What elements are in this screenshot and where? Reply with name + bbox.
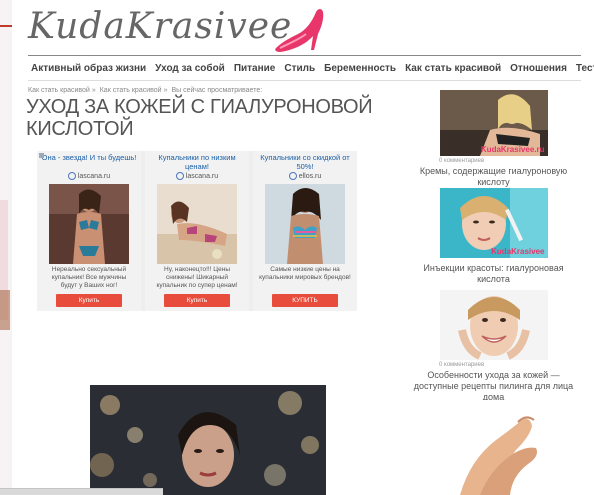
main-nav: Активный образ жизни Уход за собой Питан… bbox=[28, 60, 594, 80]
logo-text: KudaKrasivee bbox=[28, 6, 293, 47]
sidebar-article-title[interactable]: Инъекции красоты: гиалуроновая кислота bbox=[406, 263, 581, 285]
nav-item-tests[interactable]: Тесты bbox=[573, 60, 594, 80]
sidebar-article[interactable]: KudaKrasivee.ru 0 комментариев Кремы, со… bbox=[406, 90, 581, 188]
nav-divider bbox=[28, 80, 581, 81]
ad-description: Нереально сексуальный купальник! Все муж… bbox=[51, 266, 127, 289]
comment-count[interactable]: 0 комментариев bbox=[439, 362, 581, 368]
sidebar-article-image[interactable]: KudaKrasivee.ru bbox=[439, 90, 548, 156]
ad-buy-button[interactable]: КУПИТЬ bbox=[272, 294, 338, 307]
sidebar-article[interactable]: KudaKrasivee Инъекции красоты: гиалуроно… bbox=[406, 188, 581, 285]
ad-title[interactable]: Купальники по низким ценам! bbox=[145, 151, 249, 171]
left-edge-dash bbox=[0, 25, 12, 27]
ad-image-swimsuit[interactable] bbox=[49, 184, 129, 264]
sidebar-article-title[interactable]: Кремы, содержащие гиалуроновую кислоту bbox=[406, 166, 581, 188]
ad-description: Ну, наконецто!!! Цены снижены! Шикарный … bbox=[156, 266, 238, 289]
ad-domain-text: ellos.ru bbox=[298, 172, 322, 180]
ad-close-icon[interactable] bbox=[39, 153, 44, 158]
sidebar-article[interactable]: 0 комментариев Особенности ухода за коже… bbox=[406, 290, 581, 403]
globe-icon bbox=[175, 172, 184, 180]
site-logo[interactable]: KudaKrasivee bbox=[28, 2, 328, 56]
ad-title[interactable]: Она - звезда! И ты будешь! bbox=[37, 151, 141, 171]
breadcrumb: Как стать красивой» Как стать красивой» … bbox=[28, 87, 264, 94]
breadcrumb-separator: » bbox=[91, 87, 96, 94]
ad-title[interactable]: Купальники со скидкой от 50%! bbox=[253, 151, 357, 171]
ad-domain-text: lascana.ru bbox=[185, 172, 219, 180]
left-edge-blob bbox=[0, 290, 10, 330]
nav-item-style[interactable]: Стиль bbox=[281, 60, 321, 80]
sidebar-article-image[interactable] bbox=[439, 290, 548, 360]
breadcrumb-current: Вы сейчас просматриваете: bbox=[171, 87, 263, 94]
comment-count[interactable]: 0 комментариев bbox=[439, 158, 581, 164]
ad-domain: ellos.ru bbox=[253, 172, 357, 182]
sidebar-article[interactable] bbox=[406, 400, 581, 495]
nav-item-self-care[interactable]: Уход за собой bbox=[152, 60, 231, 80]
ad-description: Самые низкие цены на купальники мировых … bbox=[259, 266, 351, 281]
ad-image-swimsuit[interactable] bbox=[265, 184, 345, 264]
article-main-image bbox=[90, 385, 326, 495]
sidebar-article-image[interactable]: KudaKrasivee bbox=[439, 188, 548, 258]
high-heel-shoe-icon bbox=[275, 9, 324, 52]
ad-card[interactable]: Купальники со скидкой от 50%! ellos.ru С… bbox=[253, 151, 357, 311]
left-edge-decoration bbox=[0, 0, 12, 495]
nav-item-relationships[interactable]: Отношения bbox=[507, 60, 573, 80]
header-divider bbox=[28, 55, 581, 56]
ad-domain-text: lascana.ru bbox=[77, 172, 111, 180]
ad-card[interactable]: Купальники по низким ценам! lascana.ru Н… bbox=[145, 151, 249, 311]
ad-domain: lascana.ru bbox=[145, 172, 249, 182]
sidebar-article-title[interactable]: Особенности ухода за кожей — доступные р… bbox=[406, 370, 581, 403]
globe-icon bbox=[288, 172, 297, 180]
globe-icon bbox=[67, 172, 76, 180]
image-watermark: KudaKrasivee bbox=[491, 247, 545, 256]
nav-item-how-to-be-beautiful[interactable]: Как стать красивой bbox=[402, 60, 507, 80]
breadcrumb-link[interactable]: Как стать красивой bbox=[28, 87, 90, 94]
nav-item-pregnancy[interactable]: Беременность bbox=[321, 60, 402, 80]
nav-item-active-lifestyle[interactable]: Активный образ жизни bbox=[28, 60, 152, 80]
page-title: УХОД ЗА КОЖЕЙ С ГИАЛУРОНОВОЙ КИСЛОТОЙ bbox=[26, 96, 373, 140]
image-watermark: KudaKrasivee.ru bbox=[480, 145, 545, 154]
ad-buy-button[interactable]: Купить bbox=[164, 294, 230, 307]
ad-block: Она - звезда! И ты будешь! lascana.ru Не… bbox=[37, 151, 357, 311]
ad-domain: lascana.ru bbox=[37, 172, 141, 182]
sidebar-article-image[interactable] bbox=[439, 400, 548, 495]
nav-item-nutrition[interactable]: Питание bbox=[231, 60, 282, 80]
breadcrumb-separator: » bbox=[163, 87, 168, 94]
breadcrumb-link[interactable]: Как стать красивой bbox=[100, 87, 162, 94]
ad-buy-button[interactable]: Купить bbox=[56, 294, 122, 307]
ad-image-swimsuit[interactable] bbox=[157, 184, 237, 264]
horizontal-scrollbar[interactable] bbox=[0, 488, 163, 495]
ad-card[interactable]: Она - звезда! И ты будешь! lascana.ru Не… bbox=[37, 151, 141, 311]
